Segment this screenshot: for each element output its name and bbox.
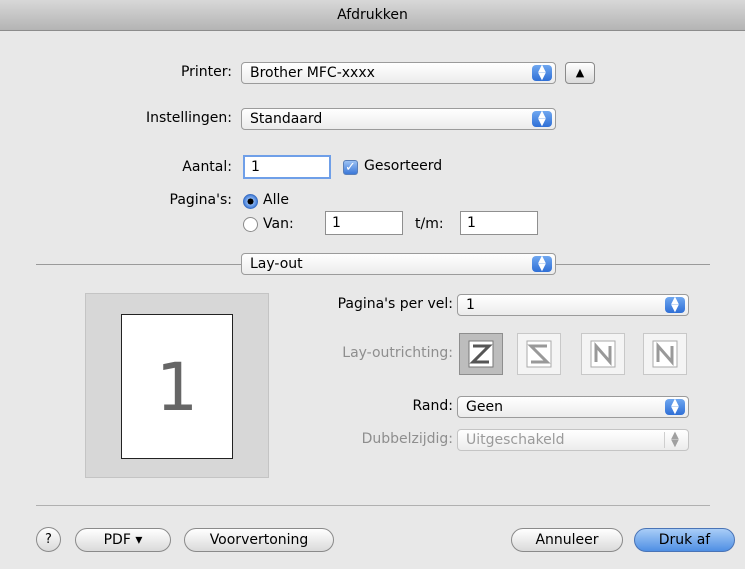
copies-value: 1: [251, 159, 260, 175]
pages-from-label: Van:: [263, 216, 294, 232]
help-button[interactable]: ?: [36, 527, 61, 552]
popup-arrows-icon: ▲ ▼: [532, 110, 552, 128]
footer-divider: [36, 505, 710, 506]
border-popup[interactable]: Geen ▲ ▼: [457, 396, 689, 418]
print-button-label: Druk af: [658, 532, 711, 548]
section-popup[interactable]: Lay-out ▲ ▼: [241, 253, 556, 275]
border-value: Geen: [466, 399, 503, 415]
pages-from-value: 1: [332, 215, 341, 231]
collapse-details-button[interactable]: ▲: [565, 62, 595, 84]
pages-range-radio[interactable]: [243, 217, 258, 232]
page-preview: 1: [85, 293, 269, 478]
checkmark-icon: ✓: [345, 160, 356, 175]
two-sided-popup: Uitgeschakeld ▲ ▼: [457, 429, 689, 451]
pages-all-radio[interactable]: [243, 194, 258, 209]
pages-per-sheet-value: 1: [466, 297, 475, 313]
window-title: Afdrukken: [337, 7, 408, 23]
preview-button-label: Voorvertoning: [209, 532, 309, 548]
reverse-s-direction-icon[interactable]: [517, 333, 561, 375]
presets-value: Standaard: [250, 111, 323, 127]
preview-page-number: 1: [156, 349, 198, 426]
pages-all-label: Alle: [263, 192, 289, 208]
preview-button[interactable]: Voorvertoning: [184, 528, 334, 552]
two-sided-label: Dubbelzijdig:: [361, 431, 453, 447]
popup-arrows-icon: ▲ ▼: [665, 296, 685, 314]
pages-per-sheet-label: Pagina's per vel:: [337, 296, 453, 312]
popup-arrows-icon: ▲ ▼: [532, 255, 552, 273]
collated-checkbox[interactable]: ✓: [343, 160, 358, 175]
pages-per-sheet-popup[interactable]: 1 ▲ ▼: [457, 294, 689, 316]
collated-label: Gesorteerd: [364, 158, 443, 174]
cancel-button[interactable]: Annuleer: [511, 528, 623, 552]
copies-input[interactable]: 1: [243, 155, 331, 179]
pdf-button[interactable]: PDF ▾: [75, 528, 171, 552]
printer-value: Brother MFC-xxxx: [250, 65, 375, 81]
pdf-button-label: PDF ▾: [103, 532, 143, 548]
pages-to-label: t/m:: [415, 216, 444, 232]
popup-arrows-icon: ▲ ▼: [532, 64, 552, 82]
pages-label: Pagina's:: [169, 192, 232, 208]
presets-popup[interactable]: Standaard ▲ ▼: [241, 108, 556, 130]
pages-to-value: 1: [467, 215, 476, 231]
z-direction-icon[interactable]: [459, 333, 503, 375]
section-value: Lay-out: [250, 256, 303, 272]
copies-label: Aantal:: [182, 159, 232, 175]
preview-page: 1: [121, 314, 233, 459]
popup-arrows-icon: ▲ ▼: [664, 431, 685, 449]
two-sided-value: Uitgeschakeld: [466, 432, 565, 448]
help-icon: ?: [45, 532, 52, 547]
presets-label: Instellingen:: [145, 110, 232, 126]
border-label: Rand:: [412, 398, 453, 414]
printer-popup[interactable]: Brother MFC-xxxx ▲ ▼: [241, 62, 556, 84]
n-direction-icon[interactable]: [643, 333, 687, 375]
section-divider-right: [556, 264, 710, 265]
printer-label: Printer:: [180, 64, 232, 80]
layout-direction-label: Lay-outrichting:: [342, 345, 453, 361]
print-button[interactable]: Druk af: [634, 528, 735, 552]
section-divider-left: [36, 264, 241, 265]
window-titlebar: Afdrukken: [0, 0, 745, 31]
triangle-up-icon: ▲: [575, 66, 585, 79]
pages-from-input[interactable]: 1: [325, 211, 403, 235]
cancel-button-label: Annuleer: [535, 532, 599, 548]
reverse-n-direction-icon[interactable]: [581, 333, 625, 375]
popup-arrows-icon: ▲ ▼: [665, 398, 685, 416]
pages-to-input[interactable]: 1: [460, 211, 538, 235]
